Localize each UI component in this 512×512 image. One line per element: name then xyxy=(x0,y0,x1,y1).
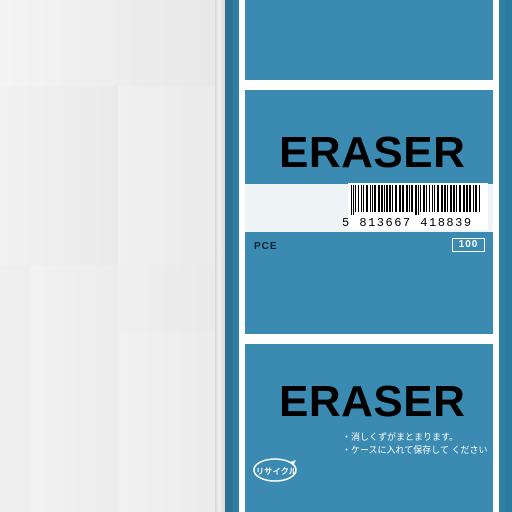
usage-note-text: ケースに入れて保存して ください xyxy=(351,445,488,455)
sleeve-frame-line xyxy=(239,334,499,344)
recycle-label: リサイクル xyxy=(256,467,298,476)
pce-label: PCE xyxy=(254,241,278,252)
barcode-bars-icon xyxy=(351,185,480,215)
usage-note: ・ ケースに入れて保存して ください xyxy=(342,445,502,456)
eraser-wordmark-top: ERASER xyxy=(279,128,466,177)
sleeve-panel-top xyxy=(245,0,493,80)
eraser-wordmark-bottom: ERASER xyxy=(279,377,466,426)
note-bullet: ・ xyxy=(342,432,352,442)
barcode-number: 5 813667 418839 xyxy=(342,216,473,230)
eraser-body xyxy=(0,0,215,512)
sleeve-panel-bottom xyxy=(245,344,493,512)
eraser-edge xyxy=(215,0,225,512)
sleeve-edge xyxy=(505,0,512,512)
note-bullet: ・ xyxy=(342,445,352,455)
sleeve-frame-line xyxy=(239,80,499,90)
usage-notes: ・ 消しくずがまとまります。 ・ ケースに入れて保存して ください xyxy=(342,432,502,456)
usage-note-text: 消しくずがまとまります。 xyxy=(351,432,459,442)
count-badge: 100 xyxy=(452,238,485,252)
sleeve-edge xyxy=(225,0,233,512)
usage-note: ・ 消しくずがまとまります。 xyxy=(342,432,502,443)
